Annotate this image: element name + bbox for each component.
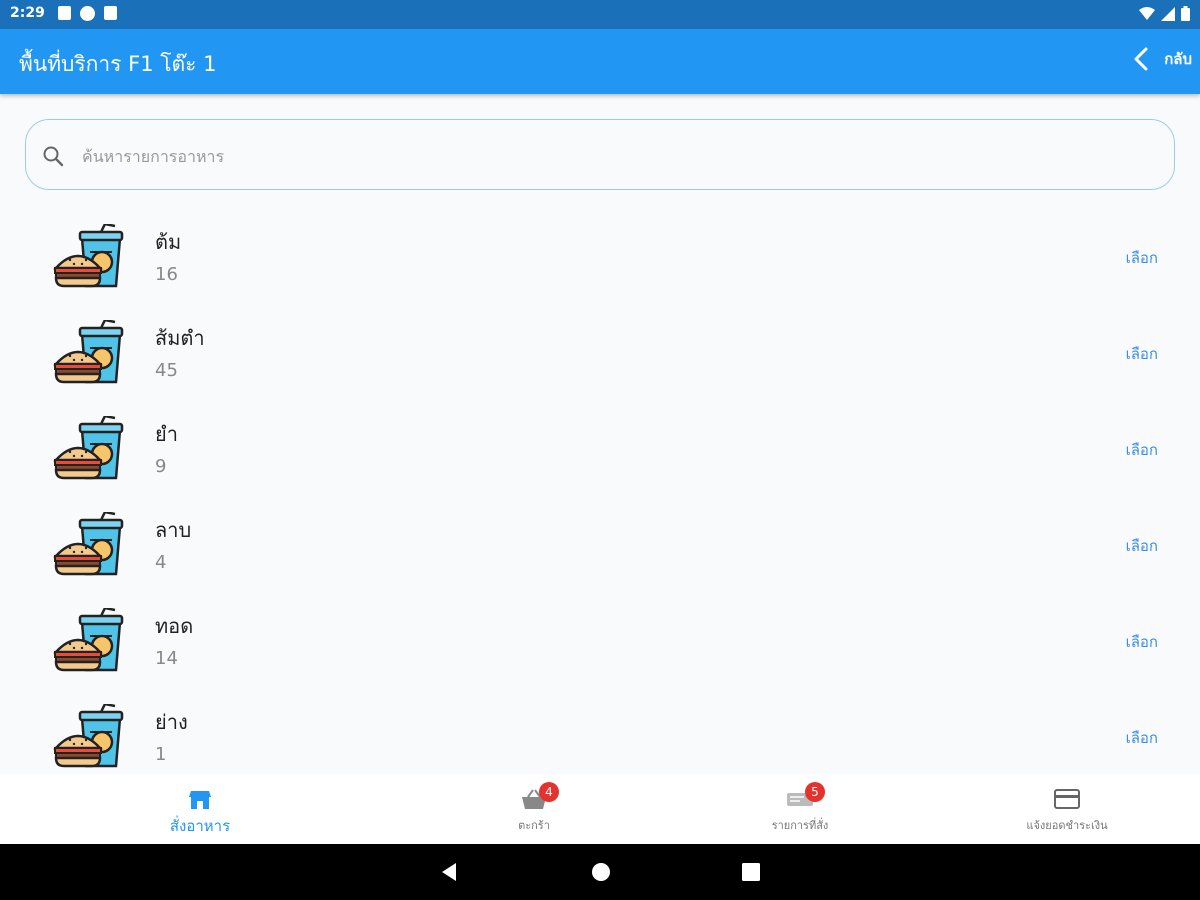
nav-label: ตะกร้า (518, 819, 550, 832)
item-name: ต้ม (155, 230, 182, 254)
search-icon (43, 146, 64, 167)
nav-basket[interactable]: 4 ตะกร้า (384, 774, 684, 844)
order-list-badge: 5 (805, 782, 825, 802)
back-label: กลับ (1164, 50, 1192, 68)
home-circle-icon[interactable] (591, 862, 611, 882)
status-bar: 2:29 (0, 0, 1200, 29)
item-name: ย่าง (155, 710, 188, 734)
bottom-navigation: สั่งอาหาร 4 ตะกร้า 5 รายการที่สั่ง แจ้งย… (0, 774, 1200, 844)
list-item[interactable]: ต้ม 16 เลือก (0, 210, 1200, 306)
nav-label: แจ้งยอดชำระเงิน (1026, 819, 1108, 832)
nav-order-list[interactable]: 5 รายการที่สั่ง (650, 774, 950, 844)
item-count: 45 (155, 360, 178, 381)
search-input[interactable] (80, 139, 1084, 173)
list-item[interactable]: ส้มตำ 45 เลือก (0, 306, 1200, 402)
search-box[interactable] (25, 119, 1175, 190)
fast-food-icon (53, 224, 124, 288)
list-item[interactable]: ลาบ 4 เลือก (0, 498, 1200, 594)
item-name: ส้มตำ (155, 326, 205, 350)
item-count: 16 (155, 264, 178, 285)
fast-food-icon (53, 704, 124, 768)
back-triangle-icon[interactable] (440, 862, 458, 882)
nav-label: สั่งอาหาร (169, 817, 231, 835)
notification-app-icon (58, 6, 71, 20)
credit-card-icon (1054, 789, 1080, 809)
select-button[interactable]: เลือก (1126, 246, 1158, 270)
page-title: พื้นที่บริการ F1 โต๊ะ 1 (19, 52, 217, 76)
sd-card-icon (104, 6, 117, 20)
fast-food-icon (53, 320, 124, 384)
select-button[interactable]: เลือก (1126, 438, 1158, 462)
recents-square-icon[interactable] (741, 862, 761, 882)
list-item[interactable]: ย่าง 1 เลือก (0, 690, 1200, 774)
fast-food-icon (53, 608, 124, 672)
store-icon (189, 791, 211, 809)
select-button[interactable]: เลือก (1126, 630, 1158, 654)
status-time: 2:29 (10, 5, 45, 21)
app-bar: พื้นที่บริการ F1 โต๊ะ 1 กลับ (0, 29, 1200, 94)
battery-icon (1181, 6, 1190, 21)
notification-icons (58, 6, 117, 21)
item-count: 14 (155, 648, 178, 669)
nav-order-food[interactable]: สั่งอาหาร (50, 774, 350, 844)
system-navigation-bar (0, 844, 1200, 900)
back-button[interactable]: กลับ (1132, 45, 1192, 73)
item-count: 9 (155, 456, 167, 477)
select-button[interactable]: เลือก (1126, 342, 1158, 366)
select-button[interactable]: เลือก (1126, 534, 1158, 558)
item-count: 1 (155, 744, 167, 765)
nav-payment[interactable]: แจ้งยอดชำระเงิน (917, 774, 1200, 844)
item-name: ทอด (155, 614, 194, 638)
notification-f-icon (80, 6, 95, 21)
chevron-left-icon (1134, 47, 1148, 71)
category-list: ต้ม 16 เลือก ส้มตำ 45 เลือก ยำ 9 เลือก ล… (0, 210, 1200, 774)
fast-food-icon (53, 512, 124, 576)
fast-food-icon (53, 416, 124, 480)
basket-badge: 4 (539, 782, 559, 802)
system-status-icons (1139, 6, 1190, 21)
select-button[interactable]: เลือก (1126, 726, 1158, 750)
list-item[interactable]: ยำ 9 เลือก (0, 402, 1200, 498)
wifi-icon (1139, 6, 1155, 20)
nav-label: รายการที่สั่ง (771, 819, 829, 832)
item-name: ลาบ (155, 518, 192, 542)
item-name: ยำ (155, 422, 178, 446)
list-item[interactable]: ทอด 14 เลือก (0, 594, 1200, 690)
cell-signal-icon (1161, 6, 1175, 21)
item-count: 4 (155, 552, 167, 573)
